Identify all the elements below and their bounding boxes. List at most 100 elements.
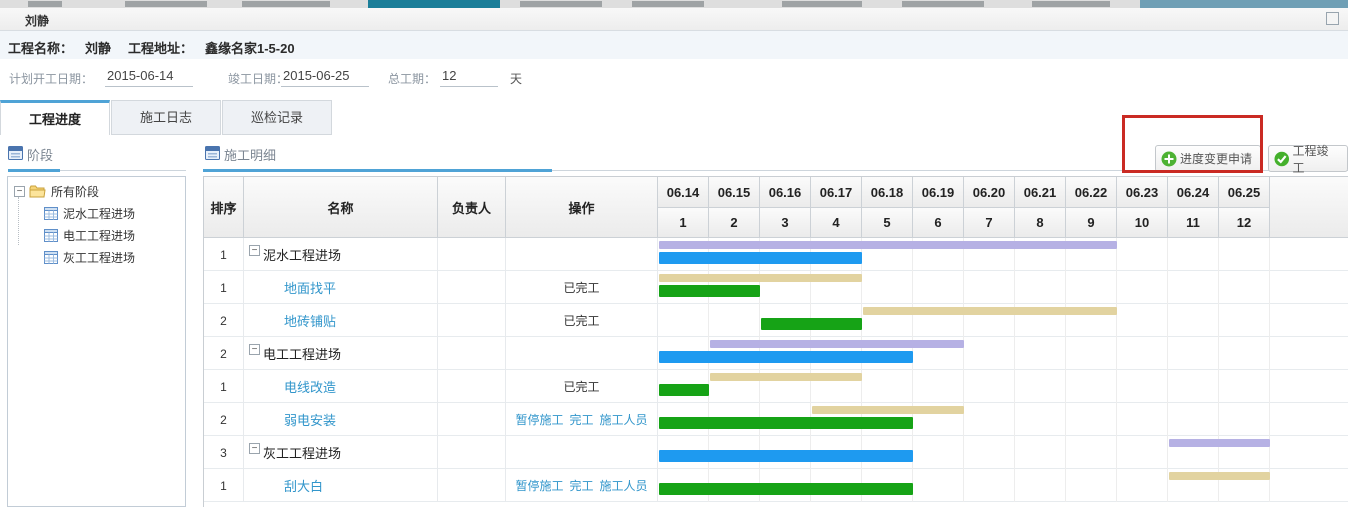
clipped-nav-tab-active xyxy=(368,0,500,8)
task-name-link[interactable]: 弱电安装 xyxy=(284,410,336,429)
actual-bar[interactable] xyxy=(659,384,709,396)
day-number-header: 6 xyxy=(913,208,964,238)
progress-change-request-button[interactable]: 进度变更申请 xyxy=(1155,145,1261,172)
actual-bar[interactable] xyxy=(761,318,862,330)
date-header: 06.21 xyxy=(1015,177,1066,208)
column-header: 负责人 xyxy=(438,177,506,238)
operation-cell: 暂停施工完工施工人员 xyxy=(506,469,658,502)
task-name-link[interactable]: 刮大白 xyxy=(284,476,323,495)
plan-bar[interactable] xyxy=(710,373,862,381)
collapse-icon[interactable]: − xyxy=(249,245,260,256)
plus-circle-icon xyxy=(1161,151,1177,167)
actual-bar[interactable] xyxy=(659,252,862,264)
tab-project-progress[interactable]: 工程进度 xyxy=(0,100,110,135)
stage-group-name: 泥水工程进场 xyxy=(263,245,341,264)
day-number-header: 8 xyxy=(1015,208,1066,238)
gantt-row-area xyxy=(658,469,1270,502)
duration-unit: 天 xyxy=(510,70,522,87)
project-complete-button[interactable]: 工程竣工 xyxy=(1268,145,1348,172)
stage-section-title: 阶段 xyxy=(27,145,53,164)
tab-construction-log[interactable]: 施工日志 xyxy=(111,100,221,135)
date-header: 06.17 xyxy=(811,177,862,208)
task-name-link[interactable]: 电线改造 xyxy=(284,377,336,396)
owner-cell xyxy=(438,403,506,436)
owner-cell xyxy=(438,271,506,304)
gantt-table-row: 1刮大白暂停施工完工施工人员 xyxy=(204,469,1348,502)
actual-bar[interactable] xyxy=(659,285,760,297)
plan-bar[interactable] xyxy=(1169,472,1270,480)
duration-label: 总工期： xyxy=(388,70,436,87)
operation-link[interactable]: 暂停施工 xyxy=(515,411,563,428)
operation-cell xyxy=(506,436,658,469)
order-cell: 1 xyxy=(204,271,244,304)
operation-link[interactable]: 施工人员 xyxy=(600,477,648,494)
tree-item-stage[interactable]: 泥水工程进场 xyxy=(44,203,135,223)
column-header: 名称 xyxy=(244,177,438,238)
task-name-link[interactable]: 地砖铺贴 xyxy=(284,311,336,330)
operation-cell xyxy=(506,337,658,370)
name-cell: 地砖铺贴 xyxy=(244,304,438,337)
day-number-header: 4 xyxy=(811,208,862,238)
operation-link[interactable]: 施工人员 xyxy=(600,411,648,428)
finish-input[interactable]: 2015-06-25 xyxy=(281,68,369,87)
plan-bar[interactable] xyxy=(710,340,964,348)
date-header: 06.20 xyxy=(964,177,1015,208)
plan-start-label: 计划开工日期： xyxy=(9,70,93,87)
gantt-row-area xyxy=(658,403,1270,436)
clipped-nav-strip xyxy=(0,0,1348,8)
stage-group-name: 灰工工程进场 xyxy=(263,443,341,462)
actual-bar[interactable] xyxy=(659,450,913,462)
operation-cell xyxy=(506,238,658,271)
collapse-icon[interactable]: − xyxy=(249,443,260,454)
day-number-header: 5 xyxy=(862,208,913,238)
project-name-label: 工程名称： xyxy=(8,38,73,57)
operation-status: 已完工 xyxy=(563,312,599,329)
window-title-bar: 刘静 xyxy=(0,8,1348,31)
plan-start-input[interactable]: 2015-06-14 xyxy=(105,68,193,87)
construction-detail-grid: 排序名称负责人操作06.14106.15206.16306.17406.1850… xyxy=(203,176,1348,507)
collapse-icon[interactable]: − xyxy=(14,186,25,197)
plan-bar[interactable] xyxy=(812,406,964,414)
gantt-table-row: 1−泥水工程进场 xyxy=(204,238,1348,271)
plan-bar[interactable] xyxy=(863,307,1117,315)
check-circle-icon xyxy=(1274,151,1290,167)
operation-link[interactable]: 暂停施工 xyxy=(515,477,563,494)
order-cell: 2 xyxy=(204,304,244,337)
gantt-table-row: 3−灰工工程进场 xyxy=(204,436,1348,469)
plan-bar[interactable] xyxy=(1169,439,1270,447)
collapse-icon[interactable]: − xyxy=(249,344,260,355)
day-number-header: 1 xyxy=(658,208,709,238)
owner-cell xyxy=(438,469,506,502)
tree-item-stage[interactable]: 灰工工程进场 xyxy=(44,247,135,267)
plan-bar[interactable] xyxy=(659,241,1117,249)
date-header: 06.24 xyxy=(1168,177,1219,208)
gantt-row-area xyxy=(658,370,1270,403)
actual-bar[interactable] xyxy=(659,483,913,495)
column-header: 操作 xyxy=(506,177,658,238)
tree-item-stage[interactable]: 电工工程进场 xyxy=(44,225,135,245)
tab-inspection-record[interactable]: 巡检记录 xyxy=(222,100,332,135)
name-cell: 弱电安装 xyxy=(244,403,438,436)
actual-bar[interactable] xyxy=(659,417,913,429)
order-cell: 1 xyxy=(204,238,244,271)
column-header: 排序 xyxy=(204,177,244,238)
day-number-header: 3 xyxy=(760,208,811,238)
day-number-header: 9 xyxy=(1066,208,1117,238)
tree-root-all-stages[interactable]: − 所有阶段 xyxy=(14,181,99,201)
day-number-header: 7 xyxy=(964,208,1015,238)
gantt-row-area xyxy=(658,436,1270,469)
operation-cell: 已完工 xyxy=(506,370,658,403)
operation-link[interactable]: 完工 xyxy=(569,411,593,428)
operation-link[interactable]: 完工 xyxy=(569,477,593,494)
duration-input[interactable]: 12 xyxy=(440,68,498,87)
gantt-row-area xyxy=(658,337,1270,370)
owner-cell xyxy=(438,304,506,337)
task-name-link[interactable]: 地面找平 xyxy=(284,278,336,297)
maximize-icon[interactable] xyxy=(1326,12,1339,25)
order-cell: 3 xyxy=(204,436,244,469)
gantt-table-row: 1电线改造已完工 xyxy=(204,370,1348,403)
plan-bar[interactable] xyxy=(659,274,862,282)
actual-bar[interactable] xyxy=(659,351,913,363)
name-cell: −电工工程进场 xyxy=(244,337,438,370)
gantt-table-row: 1地面找平已完工 xyxy=(204,271,1348,304)
